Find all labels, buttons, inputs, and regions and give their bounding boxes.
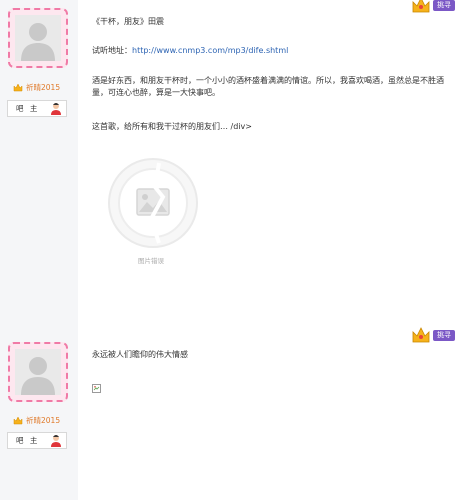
listen-link[interactable]: http://www.cnmp3.com/mp3/dife.shtml (132, 46, 288, 55)
username[interactable]: 祈晴2015 (26, 82, 60, 93)
gift-action[interactable]: 挑寻 (411, 326, 455, 344)
gift-button[interactable]: 挑寻 (433, 329, 455, 341)
user-avatar[interactable] (8, 342, 68, 402)
image-error-caption: 图片错误 (138, 257, 164, 265)
song-title: 《干杯，朋友》田震 (92, 17, 164, 26)
post-1: 祈晴2015 吧 主 挑寻 《干杯，朋友》田震 试听地址：http://www.… (0, 0, 455, 310)
image-error-icon (108, 158, 198, 248)
username-row[interactable]: 祈晴2015 (13, 82, 60, 93)
broken-image-icon (92, 384, 101, 393)
gift-action[interactable]: 挑寻 (411, 0, 455, 14)
gift-button-label: 挑寻 (437, 330, 451, 339)
crown-icon (13, 83, 23, 92)
manager-person-icon (51, 435, 61, 447)
badge-label: 吧 主 (16, 104, 40, 113)
listen-line: 试听地址：http://www.cnmp3.com/mp3/dife.shtml (92, 45, 444, 57)
crown-icon (412, 327, 430, 343)
user-avatar[interactable] (8, 8, 68, 68)
closing-line: 这首歌，给所有和我干过杯的朋友们… /div> (92, 122, 252, 131)
username[interactable]: 祈晴2015 (26, 415, 60, 426)
gift-button[interactable]: 挑寻 (433, 0, 455, 11)
crown-icon (412, 0, 430, 13)
gift-button-label: 挑寻 (437, 0, 451, 9)
manager-person-icon (51, 103, 61, 115)
post-2: 祈晴2015 吧 主 挑寻 永远被人们瞻仰的伟大情感 (0, 318, 455, 500)
username-row[interactable]: 祈晴2015 (13, 415, 60, 426)
post-text: 永远被人们瞻仰的伟大情感 (92, 350, 188, 359)
badge-label: 吧 主 (16, 436, 40, 445)
crown-icon (13, 416, 23, 425)
post-paragraph: 酒是好东西，和朋友干杯时，一个小小的酒杯盛着满满的情谊。所以，我喜欢喝酒，虽然总… (92, 76, 444, 97)
default-avatar-icon (15, 349, 61, 395)
listen-label: 试听地址： (92, 46, 132, 55)
manager-badge[interactable]: 吧 主 (7, 432, 67, 449)
manager-badge[interactable]: 吧 主 (7, 100, 67, 117)
default-avatar-icon (15, 15, 61, 61)
